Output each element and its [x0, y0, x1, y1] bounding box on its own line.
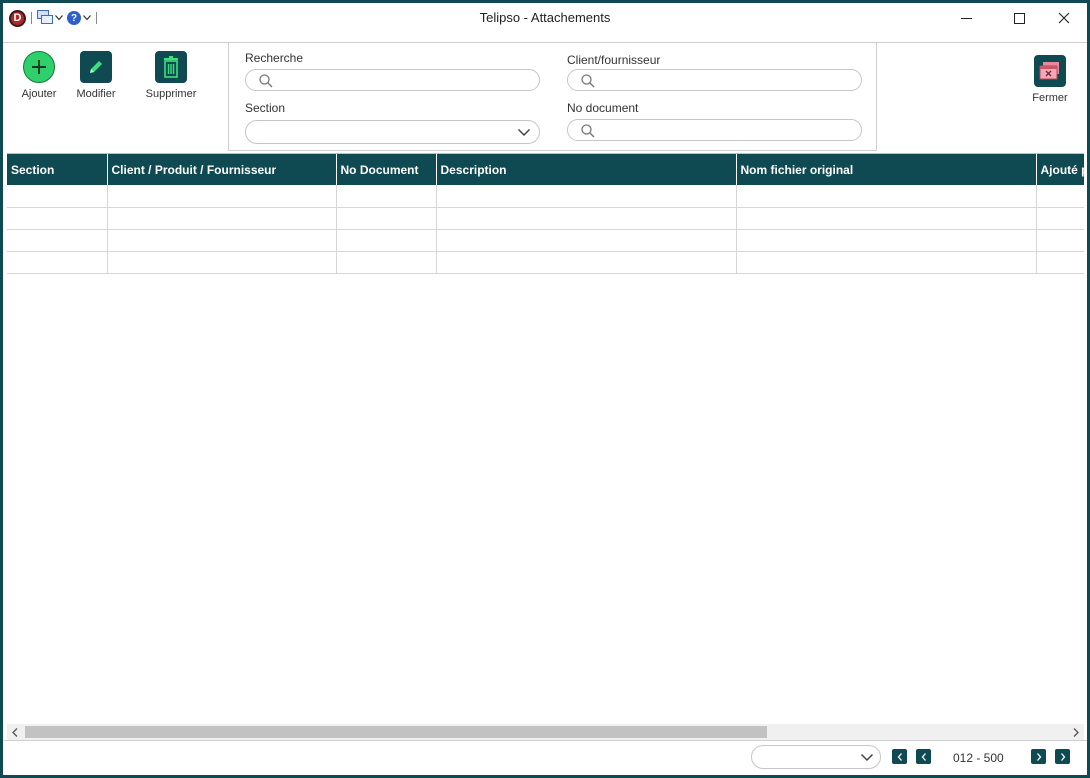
table-cell[interactable]: [736, 207, 1037, 230]
maximize-icon: [1013, 12, 1025, 24]
document-number-label: No document: [567, 101, 639, 115]
chevron-down-icon: [860, 750, 874, 767]
table-cell[interactable]: [336, 251, 437, 274]
trash-icon: [155, 51, 187, 83]
search-label: Recherche: [245, 51, 304, 65]
first-page-button[interactable]: [892, 749, 907, 764]
window-title: Telipso - Attachements: [479, 10, 611, 25]
scroll-left-icon[interactable]: [7, 724, 23, 740]
table-row[interactable]: [7, 229, 1084, 252]
column-header-original-filename[interactable]: Nom fichier original: [736, 154, 1037, 185]
search-icon: [259, 74, 273, 91]
chevron-down-icon: [517, 125, 531, 142]
table-header-row: Section Client / Produit / Fournisseur N…: [7, 154, 1084, 185]
add-button-label: Ajouter: [21, 88, 57, 100]
column-header-description[interactable]: Description: [436, 154, 737, 185]
table-cell[interactable]: [436, 229, 737, 252]
toolbar: Ajouter Modifier Supprimer Recherche Sec…: [3, 42, 1087, 152]
close-window-button[interactable]: [1041, 3, 1087, 33]
pagination-bar: 012 - 500: [3, 740, 1087, 775]
horizontal-scrollbar[interactable]: [7, 724, 1084, 740]
application-window: D ? Telipso - Attachements Ajouter Modif…: [3, 3, 1087, 775]
table-cell[interactable]: [436, 207, 737, 230]
chevron-right-icon: [1060, 752, 1065, 761]
pencil-icon: [80, 51, 112, 83]
table-cell[interactable]: [7, 207, 108, 230]
edit-button-label: Modifier: [76, 88, 116, 100]
table-cell[interactable]: [736, 229, 1037, 252]
table-cell[interactable]: [107, 207, 337, 230]
table-cell[interactable]: [736, 185, 1037, 208]
filter-panel: Recherche Section Client/fournisseur No …: [229, 43, 877, 151]
section-select[interactable]: [245, 120, 540, 144]
delete-button[interactable]: Supprimer: [141, 51, 201, 100]
section-label: Section: [245, 101, 286, 115]
table-cell[interactable]: [336, 185, 437, 208]
table-cell[interactable]: [107, 251, 337, 274]
table-cell[interactable]: [1036, 207, 1084, 230]
column-header-section[interactable]: Section: [7, 154, 108, 185]
table-cell[interactable]: [107, 229, 337, 252]
plus-circle-icon: [23, 51, 55, 83]
table-cell[interactable]: [436, 185, 737, 208]
table-cell[interactable]: [436, 251, 737, 274]
page-size-select[interactable]: [751, 745, 881, 769]
table-cell[interactable]: [1036, 251, 1084, 274]
minimize-button[interactable]: [943, 3, 989, 33]
chevron-left-icon: [897, 752, 902, 761]
chevron-right-icon: [1036, 752, 1041, 761]
close-button[interactable]: Fermer: [1027, 55, 1073, 104]
scrollbar-thumb[interactable]: [25, 726, 767, 738]
column-header-added-by[interactable]: Ajouté par: [1036, 154, 1084, 185]
table-cell[interactable]: [336, 229, 437, 252]
column-header-document-number[interactable]: No Document: [336, 154, 437, 185]
table-cell[interactable]: [7, 229, 108, 252]
close-window-icon: [1034, 55, 1066, 87]
delete-button-label: Supprimer: [145, 88, 197, 100]
document-number-input[interactable]: [567, 119, 862, 141]
add-button[interactable]: Ajouter: [17, 51, 61, 100]
title-bar: D ? Telipso - Attachements: [3, 3, 1087, 33]
table-cell[interactable]: [736, 251, 1037, 274]
previous-page-button[interactable]: [916, 749, 931, 764]
column-header-client[interactable]: Client / Produit / Fournisseur: [107, 154, 337, 185]
next-page-button[interactable]: [1031, 749, 1046, 764]
table-cell[interactable]: [336, 207, 437, 230]
attachments-table: Section Client / Produit / Fournisseur N…: [7, 153, 1084, 739]
chevron-left-icon: [921, 752, 926, 761]
close-icon: [1058, 12, 1070, 24]
close-button-label: Fermer: [1032, 92, 1068, 104]
search-icon: [581, 74, 595, 91]
scroll-right-icon[interactable]: [1068, 724, 1084, 740]
table-cell[interactable]: [1036, 229, 1084, 252]
table-row[interactable]: [7, 207, 1084, 230]
last-page-button[interactable]: [1055, 749, 1070, 764]
table-row[interactable]: [7, 251, 1084, 274]
table-cell[interactable]: [1036, 185, 1084, 208]
search-input[interactable]: [245, 69, 540, 91]
client-supplier-input[interactable]: [567, 69, 862, 91]
client-supplier-label: Client/fournisseur: [567, 53, 661, 67]
edit-button[interactable]: Modifier: [71, 51, 121, 100]
table-cell[interactable]: [107, 185, 337, 208]
table-row[interactable]: [7, 185, 1084, 208]
minimize-icon: [960, 17, 972, 19]
table-cell[interactable]: [7, 185, 108, 208]
search-icon: [581, 124, 595, 141]
page-range-text: 012 - 500: [953, 751, 1004, 765]
table-cell[interactable]: [7, 251, 108, 274]
maximize-button[interactable]: [996, 3, 1042, 33]
